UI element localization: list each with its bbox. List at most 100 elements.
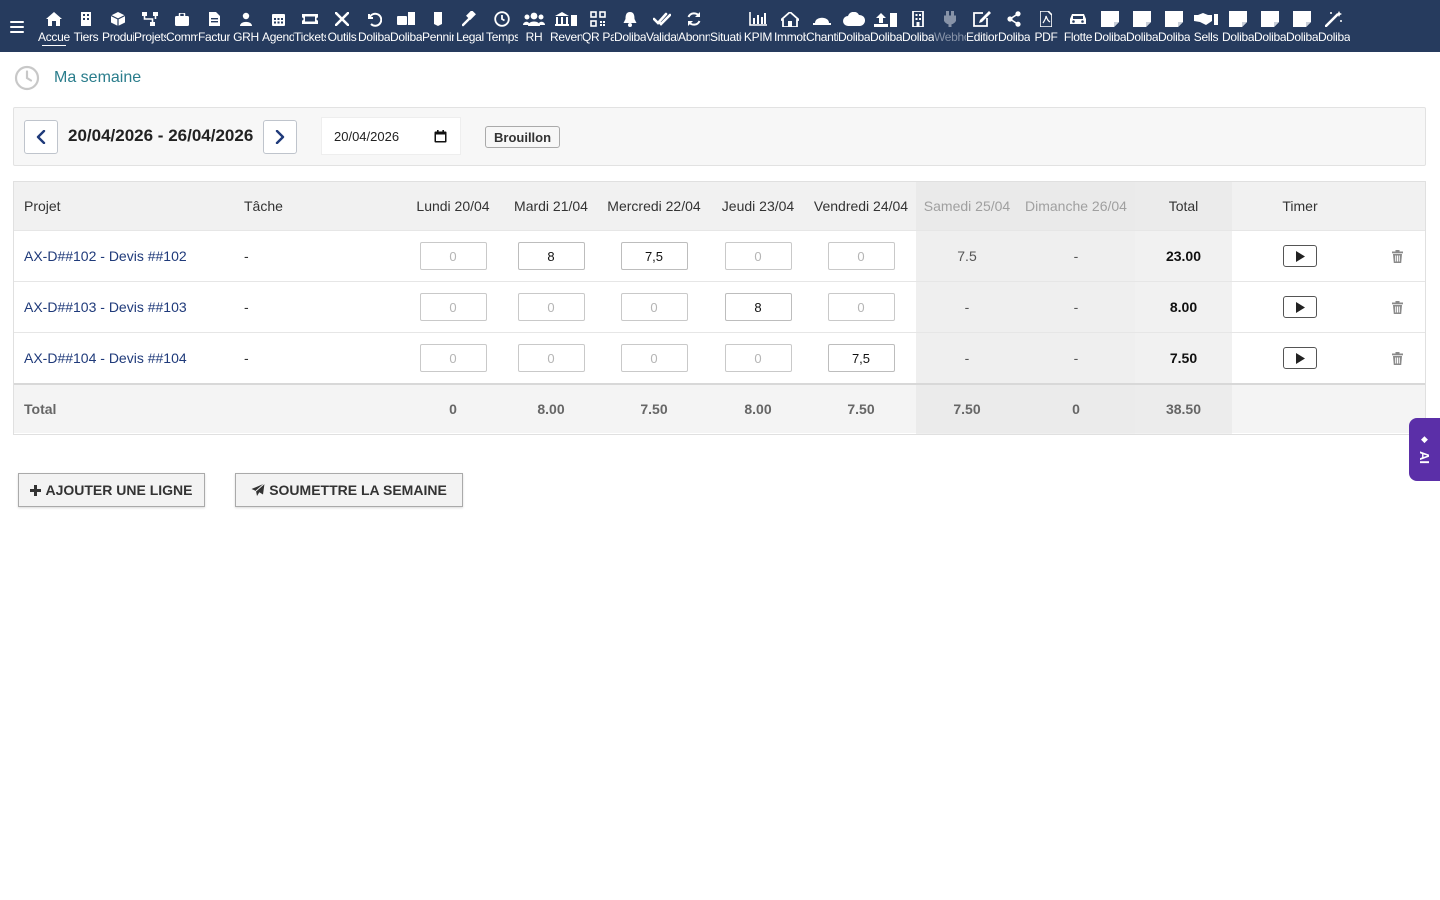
sticky-note-icon [1229, 11, 1247, 27]
menu-item-26[interactable]: Dolibarr [870, 0, 902, 52]
menu-item-18[interactable]: Dolibarr [614, 0, 646, 52]
menu-item-16[interactable]: Revenus [550, 0, 582, 52]
hours-input-mon[interactable]: 0 [419, 293, 487, 321]
start-timer-button[interactable] [1283, 245, 1317, 267]
next-week-button[interactable] [263, 120, 297, 154]
menu-item-2[interactable]: Produits [102, 0, 134, 52]
menu-item-23[interactable]: Immobilier [774, 0, 806, 52]
undo-icon [366, 11, 382, 27]
project-link[interactable]: AX-D##102 - Devis ##102 [24, 231, 187, 281]
menu-item-29[interactable]: Editions [966, 0, 998, 52]
sitemap-icon [142, 11, 158, 27]
menu-item-14[interactable]: Temps [486, 0, 518, 52]
menu-item-38[interactable]: Dolibarr [1254, 0, 1286, 52]
menu-item-27[interactable]: Dolibarr [902, 0, 934, 52]
group-icon [523, 11, 545, 27]
hours-input-fri[interactable]: 0 [827, 242, 895, 270]
start-timer-button[interactable] [1283, 347, 1317, 369]
hours-input-fri[interactable]: 7,5 [827, 344, 895, 372]
hours-input-tue[interactable]: 8 [517, 242, 585, 270]
hours-input-mon[interactable]: 0 [419, 242, 487, 270]
menu-item-24[interactable]: Chantier [806, 0, 838, 52]
trash-icon [1391, 300, 1403, 314]
previous-week-button[interactable] [24, 120, 58, 154]
menu-item-34[interactable]: Dolibarr [1126, 0, 1158, 52]
house-icon [781, 11, 799, 27]
menu-item-label: Dolibarr [390, 30, 422, 44]
menu-item-17[interactable]: QR Pay [582, 0, 614, 52]
project-link[interactable]: AX-D##103 - Devis ##103 [24, 282, 187, 332]
delete-row-button[interactable] [1384, 231, 1410, 281]
ai-assistant-tab[interactable]: ◆ AI [1409, 418, 1440, 481]
calendar-picker-icon[interactable] [434, 130, 447, 143]
menu-item-15[interactable]: RH [518, 0, 550, 52]
week-date-input[interactable]: 20/04/2026 [321, 117, 461, 155]
hours-input-tue[interactable]: 0 [517, 293, 585, 321]
menu-item-label: Tickets [294, 30, 326, 44]
hours-input-thu[interactable]: 0 [724, 344, 792, 372]
menu-item-28[interactable]: Webhook [934, 0, 966, 52]
menu-item-11[interactable]: Dolibarr [390, 0, 422, 52]
menu-item-5[interactable]: Factures [198, 0, 230, 52]
hours-input-wed[interactable]: 0 [620, 344, 688, 372]
submit-week-button[interactable]: SOUMETTRE LA SEMAINE [235, 473, 463, 507]
header-day-mon: Lundi 20/04 [416, 198, 490, 214]
menu-item-20[interactable]: Abonnements [678, 0, 710, 52]
menu-item-label: QR Pay [582, 30, 614, 44]
menu-item-label: Factures [198, 30, 230, 44]
menu-item-33[interactable]: Dolibarr [1094, 0, 1126, 52]
menu-item-6[interactable]: GRH [230, 0, 262, 52]
hours-input-mon[interactable]: 0 [419, 344, 487, 372]
menu-item-8[interactable]: Tickets [294, 0, 326, 52]
menu-item-label: Tiers [73, 30, 99, 44]
menu-item-40[interactable]: Dolibarr [1318, 0, 1350, 52]
menu-item-4[interactable]: Commercial [166, 0, 198, 52]
sticky-note-icon [1133, 11, 1151, 27]
start-timer-button[interactable] [1283, 296, 1317, 318]
day-cell-sun: - [1073, 248, 1079, 264]
project-link[interactable]: AX-D##104 - Devis ##104 [24, 333, 187, 383]
plus-icon [30, 484, 42, 496]
header-day-tue: Mardi 21/04 [514, 198, 588, 214]
delete-row-button[interactable] [1384, 333, 1410, 383]
menu-item-13[interactable]: Legal [454, 0, 486, 52]
hours-input-thu[interactable]: 8 [724, 293, 792, 321]
menu-item-21[interactable]: Situations [710, 0, 742, 52]
sparkle-icon: ◆ [1421, 434, 1428, 444]
menu-item-7[interactable]: Agenda [262, 0, 294, 52]
menu-item-22[interactable]: KPIM [742, 0, 774, 52]
task-cell: - [244, 299, 249, 315]
menu-item-9[interactable]: Outils [326, 0, 358, 52]
menu-item-32[interactable]: Flotte [1062, 0, 1094, 52]
menu-item-10[interactable]: Dolibarr [358, 0, 390, 52]
hours-input-tue[interactable]: 0 [517, 344, 585, 372]
task-cell: - [244, 350, 249, 366]
menu-item-19[interactable]: Validation [646, 0, 678, 52]
hours-input-fri[interactable]: 0 [827, 293, 895, 321]
menu-item-25[interactable]: Dolibarr [838, 0, 870, 52]
menu-item-36[interactable]: Sells [1190, 0, 1222, 52]
menu-item-12[interactable]: Penning [422, 0, 454, 52]
play-icon [1296, 301, 1305, 313]
add-line-button[interactable]: AJOUTER UNE LIGNE [18, 473, 205, 507]
menu-item-31[interactable]: PDF [1030, 0, 1062, 52]
hours-input-thu[interactable]: 0 [724, 242, 792, 270]
upload-icon [874, 11, 898, 27]
hamburger-menu-button[interactable] [0, 0, 34, 52]
menu-item-37[interactable]: Dolibarr [1222, 0, 1254, 52]
menu-item-label: Dolibarr [1158, 30, 1190, 44]
menu-item-0[interactable]: Accueil [38, 0, 70, 52]
hours-input-wed[interactable]: 0 [620, 293, 688, 321]
calendar-icon [271, 11, 285, 27]
trash-icon [1391, 351, 1403, 365]
total-day-fri: 7.50 [847, 401, 875, 417]
hours-input-wed[interactable]: 7,5 [620, 242, 688, 270]
menu-item-30[interactable]: Dolibarr [998, 0, 1030, 52]
delete-row-button[interactable] [1384, 282, 1410, 332]
menu-item-39[interactable]: Dolibarr [1286, 0, 1318, 52]
day-cell-mon: 0 [403, 231, 503, 281]
menu-item-1[interactable]: Tiers [70, 0, 102, 52]
menu-item-3[interactable]: Projets [134, 0, 166, 52]
timer-cell [1250, 333, 1350, 383]
menu-item-35[interactable]: Dolibarr [1158, 0, 1190, 52]
